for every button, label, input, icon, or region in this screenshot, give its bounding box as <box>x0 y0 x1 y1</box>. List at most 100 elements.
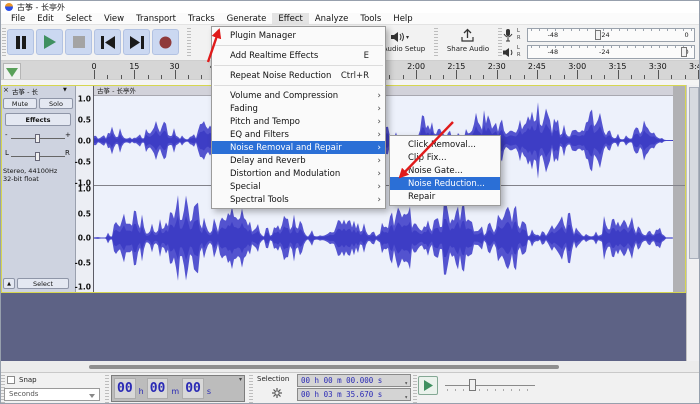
share-audio-button[interactable] <box>461 28 475 44</box>
horizontal-scrollbar[interactable] <box>1 361 686 372</box>
meter-tick <box>579 29 580 31</box>
snap-checkbox[interactable] <box>7 376 15 384</box>
submenu-arrow-icon: › <box>373 182 381 192</box>
stop-button[interactable] <box>65 29 92 55</box>
menubar-item-file[interactable]: File <box>5 13 31 25</box>
track-menu-arrow-icon[interactable]: ▼ <box>63 87 67 93</box>
effect-menu-item-repeat-noise-reduction[interactable]: Repeat Noise ReductionCtrl+R <box>212 69 385 82</box>
scale-label-ch2: -0.5 <box>75 258 91 267</box>
menu-separator <box>214 85 383 86</box>
record-button[interactable] <box>152 29 179 55</box>
meter-tick <box>563 29 564 31</box>
playback-meter[interactable]: LR -48-240 <box>503 45 695 60</box>
effect-menu-item-fading[interactable]: Fading› <box>212 102 385 115</box>
menubar-item-effect[interactable]: Effect <box>272 13 308 25</box>
effect-menu-item-volume-and-compression[interactable]: Volume and Compression› <box>212 89 385 102</box>
menubar-item-help[interactable]: Help <box>387 13 418 25</box>
meter-tick <box>667 29 668 31</box>
solo-button[interactable]: Solo <box>39 98 73 109</box>
gain-slider[interactable] <box>11 138 65 139</box>
meter-volume-slider[interactable] <box>681 47 687 57</box>
collapse-track-button[interactable]: ▲ <box>3 278 15 289</box>
pause-button[interactable] <box>7 29 34 55</box>
ruler-time-label: 3:30 <box>649 62 667 71</box>
noise-submenu-item-noise-gate[interactable]: Noise Gate... <box>390 164 500 177</box>
effect-menu-item-eq-and-filters[interactable]: EQ and Filters› <box>212 128 385 141</box>
pan-slider[interactable] <box>11 156 65 157</box>
audio-position-display[interactable]: 00h00m00s <box>111 375 245 402</box>
recording-meter[interactable]: LR -48-240 <box>503 28 695 43</box>
recording-meter-bar[interactable]: -48-240 <box>527 28 695 42</box>
gain-slider-thumb[interactable] <box>35 134 40 143</box>
noise-submenu-item-noise-reduction[interactable]: Noise Reduction... <box>390 177 500 190</box>
toolbar-grip[interactable] <box>434 28 438 58</box>
meter-volume-slider[interactable] <box>595 30 601 40</box>
effect-menu-item-delay-and-reverb[interactable]: Delay and Reverb› <box>212 154 385 167</box>
amplitude-ruler: 1.00.50.0-0.5-1.01.00.50.0-0.5-1.0 <box>76 85 94 293</box>
effect-menu-item-spectral-tools[interactable]: Spectral Tools› <box>212 193 385 206</box>
noise-submenu-item-repair[interactable]: Repair <box>390 190 500 203</box>
horizontal-scrollbar-thumb[interactable] <box>89 365 559 369</box>
speed-slider-thumb[interactable] <box>469 379 476 391</box>
ruler-tick <box>94 70 95 79</box>
gear-icon[interactable] <box>272 388 282 398</box>
effect-menu-item-pitch-and-tempo[interactable]: Pitch and Tempo› <box>212 115 385 128</box>
vertical-scrollbar-thumb[interactable] <box>689 87 699 259</box>
playback-meter-bar[interactable]: -48-240 <box>527 45 695 59</box>
skip-to-start-button[interactable] <box>94 29 121 55</box>
effect-menu-item-plugin-manager[interactable]: Plugin Manager <box>212 29 385 42</box>
play-at-speed-button[interactable] <box>418 376 438 395</box>
track-name[interactable]: 古筝 - 长 <box>12 86 38 96</box>
statusbar-grip[interactable] <box>413 375 417 403</box>
menubar-item-select[interactable]: Select <box>60 13 98 25</box>
menubar-item-edit[interactable]: Edit <box>31 13 59 25</box>
combo-chevron-icon <box>89 394 95 398</box>
statusbar-grip[interactable] <box>249 375 253 403</box>
effect-menu-item-noise-removal-and-repair[interactable]: Noise Removal and Repair› <box>212 141 385 154</box>
selection-label: Selection <box>257 375 289 383</box>
menubar-item-tools[interactable]: Tools <box>354 13 387 25</box>
snap-mode-select[interactable]: Seconds <box>4 388 100 401</box>
menubar-item-tracks[interactable]: Tracks <box>182 13 221 25</box>
menu-item-label: Distortion and Modulation <box>230 169 373 179</box>
effects-button[interactable]: Effects <box>5 113 71 126</box>
menubar-item-transport[interactable]: Transport <box>130 13 182 25</box>
vertical-scrollbar[interactable] <box>686 85 700 361</box>
scale-label-ch2: 1.0 <box>78 185 91 194</box>
audio-position-unit: m <box>168 381 182 396</box>
time-format-arrow-icon[interactable]: ▾ <box>239 376 242 383</box>
playback-speed-slider[interactable] <box>445 379 535 397</box>
selection-start-field[interactable]: 00 h 00 m 00.000 s ▾ <box>297 374 411 387</box>
selection-end-field[interactable]: 00 h 03 m 35.670 s ▾ <box>297 388 411 401</box>
meter-tick <box>635 46 636 48</box>
effect-menu-item-add-realtime-effects[interactable]: Add Realtime EffectsE <box>212 49 385 62</box>
audio-position-value[interactable]: 00 <box>147 378 169 399</box>
noise-submenu-item-clip-fix[interactable]: Clip Fix... <box>390 151 500 164</box>
meter-tick <box>531 46 532 48</box>
menu-item-accelerator: Ctrl+R <box>341 71 369 81</box>
audio-position-value[interactable]: 00 <box>182 378 204 399</box>
noise-submenu-item-click-removal[interactable]: Click Removal... <box>390 138 500 151</box>
toolbar-grip[interactable] <box>187 28 191 58</box>
mute-button[interactable]: Mute <box>3 98 37 109</box>
meter-tick <box>659 29 660 31</box>
play-button[interactable] <box>36 29 63 55</box>
statusbar-grip[interactable] <box>105 375 109 403</box>
menu-item-label: Noise Reduction... <box>408 179 496 189</box>
track-close-button[interactable]: × <box>3 86 9 94</box>
gain-min-label: - <box>5 131 8 139</box>
effect-menu-item-special[interactable]: Special› <box>212 180 385 193</box>
menubar-item-analyze[interactable]: Analyze <box>309 13 355 25</box>
skip-to-end-button[interactable] <box>123 29 150 55</box>
menubar-item-generate[interactable]: Generate <box>221 13 273 25</box>
meter-tick <box>651 29 652 31</box>
audio-setup-button[interactable]: ▾ <box>391 29 421 45</box>
audio-position-value[interactable]: 00 <box>114 378 136 399</box>
ruler-time-label: 3:15 <box>609 62 627 71</box>
menubar-item-view[interactable]: View <box>98 13 130 25</box>
select-track-button[interactable]: Select <box>17 278 69 289</box>
pan-slider-thumb[interactable] <box>35 152 40 161</box>
effect-menu-item-distortion-and-modulation[interactable]: Distortion and Modulation› <box>212 167 385 180</box>
toolbar-grip[interactable] <box>2 28 6 58</box>
toolbar-grip[interactable] <box>498 28 502 58</box>
